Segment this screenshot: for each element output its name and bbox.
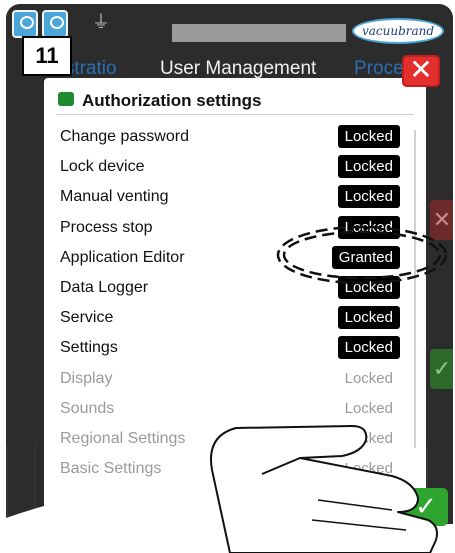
highlight-ellipse <box>276 225 448 285</box>
